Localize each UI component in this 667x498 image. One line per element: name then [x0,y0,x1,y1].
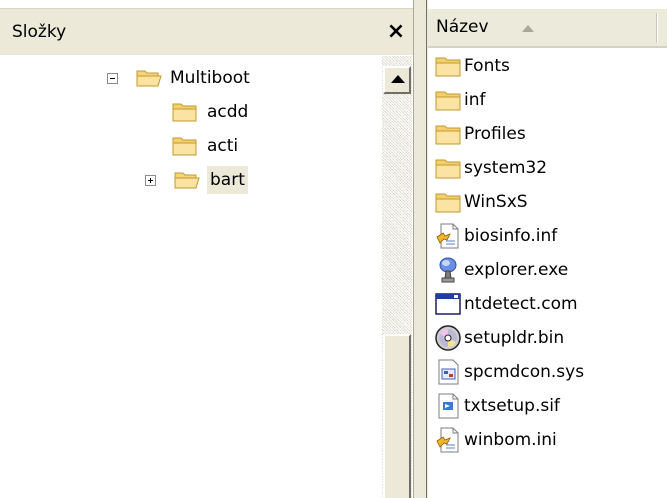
file-name: biosinfo.inf [464,226,558,246]
arrow-up-icon [391,75,405,83]
list-item[interactable]: Profiles [432,117,662,151]
folder-open-icon [174,172,200,189]
file-name: inf [464,90,486,110]
expand-icon[interactable] [145,175,156,186]
sort-ascending-icon [522,25,534,32]
scroll-up-button[interactable] [383,66,411,94]
folders-vertical-scrollbar[interactable] [382,56,412,498]
folders-pane-title: Složky [12,22,67,42]
column-header-label: Název [436,17,489,37]
tree-item-label-selected: bart [207,166,248,194]
file-name: explorer.exe [464,260,569,280]
setup-info-icon [436,223,459,249]
scrollbar-thumb[interactable] [383,334,411,498]
pane-splitter[interactable] [413,0,428,498]
folders-pane-header: Složky × [0,9,413,55]
file-name: ntdetect.com [464,294,578,314]
list-item[interactable]: system32 [432,151,662,185]
file-name: txtsetup.sif [464,396,560,416]
column-divider[interactable] [656,13,657,43]
folder-icon [435,57,461,77]
file-name: system32 [464,158,548,178]
folders-pane: Složky × Multiboot acdd acti bart [0,0,413,498]
document-file-icon [438,393,459,419]
tree-item-label: acdd [207,102,249,122]
list-item[interactable]: inf [432,83,662,117]
list-item[interactable]: txtsetup.sif [432,389,662,423]
file-name: winbom.ini [464,430,557,450]
list-item[interactable]: explorer.exe [432,253,662,287]
tree-item-label: Multiboot [170,68,250,88]
folder-open-icon [136,70,162,87]
close-folders-pane-button[interactable]: × [384,17,408,47]
collapse-icon[interactable] [107,73,118,84]
tree-item-bart[interactable]: bart [0,166,380,196]
folder-icon [172,137,197,156]
tree-item-acti[interactable]: acti [0,132,380,162]
list-item[interactable]: spcmdcon.sys [432,355,662,389]
column-header-name[interactable]: Název [428,9,667,48]
file-name: Fonts [464,56,510,76]
window-app-icon [435,293,461,315]
tree-item-multiboot[interactable]: Multiboot [0,64,380,94]
list-item[interactable]: ntdetect.com [432,287,662,321]
file-name: spcmdcon.sys [464,362,585,382]
list-item[interactable]: WinSxS [432,185,662,219]
list-item[interactable]: biosinfo.inf [432,219,662,253]
disc-icon [435,325,461,351]
file-name: setupldr.bin [464,328,565,348]
folder-icon [172,103,197,122]
folders-pane-top-border [0,0,413,9]
file-name: WinSxS [464,192,528,212]
tree-item-acdd[interactable]: acdd [0,98,380,128]
folder-tree: Multiboot acdd acti bart [0,56,380,498]
folder-icon [435,159,461,179]
tree-item-label: acti [207,136,239,156]
folder-icon [435,193,461,213]
setup-info-icon [436,427,459,453]
file-name: Profiles [464,124,526,144]
file-list-pane: Název Fonts inf Profiles system32 WinSxS… [428,0,667,498]
list-item[interactable]: setupldr.bin [432,321,662,355]
close-icon: × [386,19,406,44]
list-item[interactable]: Fonts [432,49,662,83]
explorer-exe-icon [439,257,457,283]
list-item[interactable]: winbom.ini [432,423,662,457]
folder-icon [435,91,461,111]
folder-icon [435,125,461,145]
system-file-icon [438,359,459,385]
